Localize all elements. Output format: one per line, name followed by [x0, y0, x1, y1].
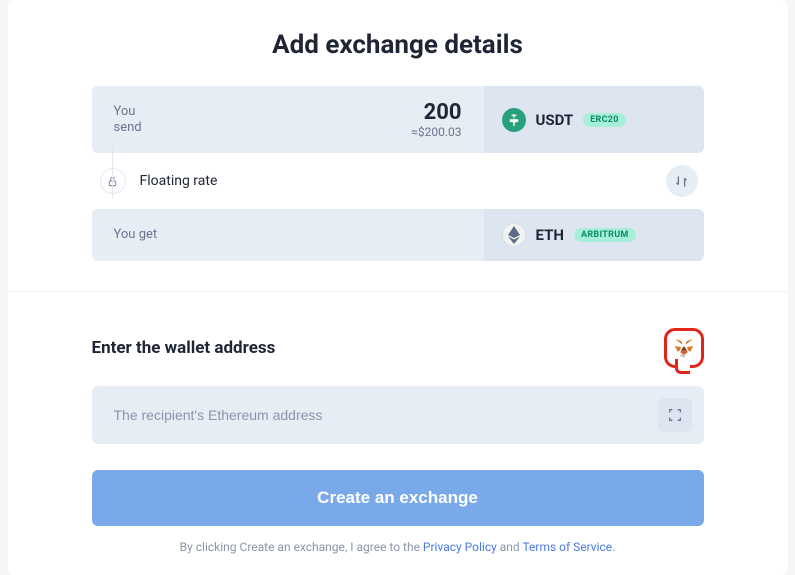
- recipient-address-input[interactable]: [114, 407, 658, 423]
- get-coin-symbol: ETH: [536, 226, 564, 244]
- create-exchange-button[interactable]: Create an exchange: [92, 470, 704, 526]
- get-row: You get ETH ARBITRUM: [92, 209, 704, 261]
- get-network-badge: ARBITRUM: [574, 228, 636, 242]
- connector-line: [112, 144, 113, 198]
- send-amount-wrap: 200 ≈$200.03: [411, 100, 461, 139]
- send-label: You send: [114, 104, 142, 135]
- rate-row: Floating rate: [92, 155, 704, 207]
- usdt-icon: [502, 108, 526, 132]
- eth-icon: [502, 223, 526, 247]
- send-row: You send 200 ≈$200.03 USDT ERC20: [92, 86, 704, 153]
- terms-text: By clicking Create an exchange, I agree …: [92, 540, 704, 554]
- qr-icon: [667, 407, 683, 423]
- page-title: Add exchange details: [8, 0, 788, 86]
- lock-icon[interactable]: [100, 168, 126, 194]
- get-currency-selector[interactable]: ETH ARBITRUM: [484, 209, 704, 261]
- terms-suffix: .: [612, 540, 615, 554]
- terms-and: and: [497, 540, 523, 554]
- exchange-card: Add exchange details You send 200 ≈$200.…: [8, 0, 788, 575]
- get-amount-area[interactable]: You get: [92, 209, 484, 261]
- rate-left: Floating rate: [92, 168, 218, 194]
- get-label: You get: [114, 227, 158, 243]
- send-coin-symbol: USDT: [536, 111, 574, 129]
- send-currency-selector[interactable]: USDT ERC20: [484, 86, 704, 153]
- address-input-row: [92, 386, 704, 444]
- send-amount-area[interactable]: You send 200 ≈$200.03: [92, 86, 484, 153]
- tos-link[interactable]: Terms of Service: [522, 540, 612, 554]
- exchange-box: You send 200 ≈$200.03 USDT ERC20 Floatin…: [92, 86, 704, 261]
- wallet-title: Enter the wallet address: [92, 338, 276, 358]
- section-divider: [8, 291, 788, 292]
- send-network-badge: ERC20: [583, 113, 626, 127]
- send-approx: ≈$200.03: [411, 125, 461, 139]
- rate-label: Floating rate: [140, 173, 218, 189]
- send-amount: 200: [411, 100, 461, 125]
- metamask-button[interactable]: [664, 328, 704, 368]
- wallet-section: Enter the wallet address Create an excha…: [8, 328, 788, 572]
- swap-button[interactable]: [666, 165, 698, 197]
- terms-prefix: By clicking Create an exchange, I agree …: [180, 540, 423, 554]
- qr-scan-button[interactable]: [658, 398, 692, 432]
- wallet-header: Enter the wallet address: [92, 328, 704, 368]
- privacy-link[interactable]: Privacy Policy: [423, 540, 497, 554]
- metamask-icon: [673, 338, 695, 358]
